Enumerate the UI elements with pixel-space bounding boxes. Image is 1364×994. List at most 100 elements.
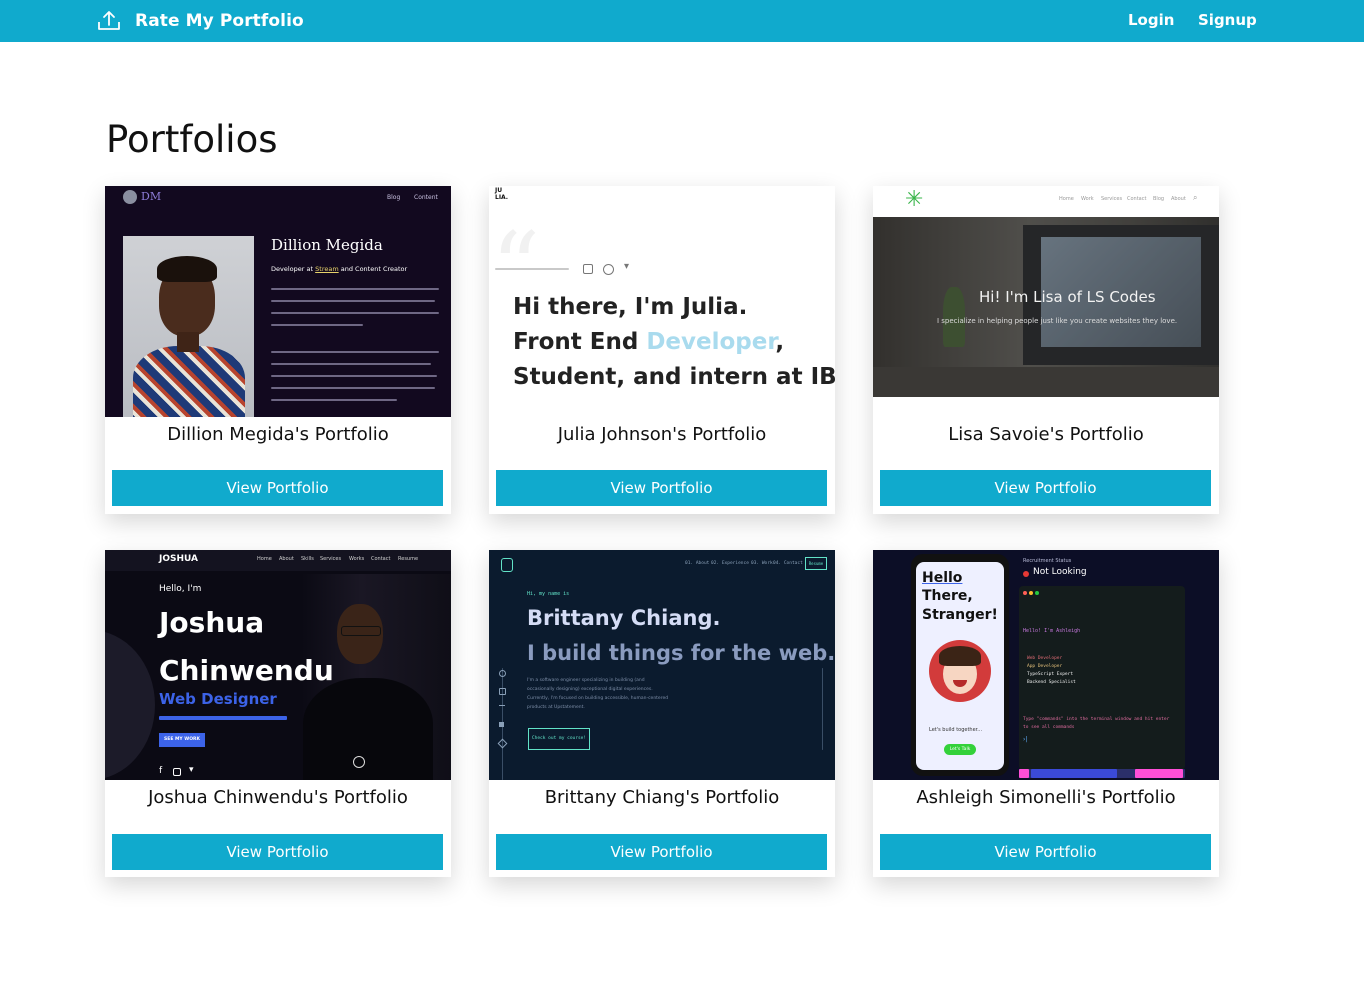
preview-nav-item: Home [257, 556, 272, 562]
preview-nav-item: About [1171, 196, 1186, 202]
preview-greeting: Hello, I'm [159, 584, 202, 594]
twitter-icon: ▾ [624, 261, 630, 272]
view-portfolio-button[interactable]: View Portfolio [496, 470, 827, 506]
preview-heading-line3: Student, and intern at IBM. [513, 364, 835, 390]
divider [495, 268, 569, 270]
preview-nav-item: Services [1101, 196, 1123, 202]
codepen-icon [497, 738, 508, 749]
instagram-icon [499, 688, 506, 695]
github-icon [603, 264, 614, 275]
card-title: Lisa Savoie's Portfolio [948, 424, 1144, 445]
portfolio-card: 01. About 02. Experience 03. Work 04. Co… [489, 550, 835, 877]
preview-cta-button: SEE MY WORK [159, 733, 205, 747]
portfolio-card: Hello There, Stranger! Let's build toget… [873, 550, 1219, 877]
preview-heading-highlight: Developer [646, 329, 776, 355]
github-icon [499, 670, 506, 677]
preview-nav-item: 02. Experience [711, 561, 749, 566]
preview-nav-item: Content [414, 194, 438, 201]
portfolio-thumbnail[interactable]: JOSHUA Home About Skills Services Works … [105, 550, 451, 780]
terminal-skill: Web Developer [1027, 656, 1063, 661]
email-rail [822, 668, 823, 750]
avatar [123, 190, 137, 204]
view-portfolio-button[interactable]: View Portfolio [880, 834, 1211, 870]
placeholder-text-line [271, 324, 363, 326]
preview-heading-line2: Front End Developer, [513, 329, 784, 355]
view-portfolio-button[interactable]: View Portfolio [880, 470, 1211, 506]
preview-nav-item: Works [349, 556, 365, 562]
preview-stranger: Stranger! [922, 607, 998, 623]
preview-logo-bottom: LIA. [495, 194, 509, 201]
card-title: Ashleigh Simonelli's Portfolio [916, 787, 1176, 808]
preview-nav-item: Contact [1127, 196, 1147, 202]
portfolio-card: ✳ Home Work Services Contact Blog About … [873, 186, 1219, 514]
preview-nav-item: Resume [398, 556, 419, 562]
preview-nav-item: 04. Contact [773, 561, 803, 566]
preview-tagline: Developer at Stream and Content Creator [271, 265, 407, 273]
leaf-logo-icon: ✳ [905, 187, 924, 212]
portfolio-card: JOSHUA Home About Skills Services Works … [105, 550, 451, 877]
portfolio-card: DM Blog Content Dillion Megida Developer… [105, 186, 451, 514]
twitter-icon [499, 705, 505, 710]
terminal-help: Type "commands" into the terminal window… [1023, 717, 1170, 730]
preview-cta-button: Check out my course! [528, 728, 590, 750]
preview-role-secondary [159, 716, 287, 720]
portfolio-thumbnail[interactable]: Hello There, Stranger! Let's build toget… [873, 550, 1219, 780]
preview-intro: Hi, my name is [527, 591, 570, 597]
phone-frame: Hello There, Stranger! Let's build toget… [911, 554, 1009, 776]
preview-nav-item: Home [1059, 196, 1074, 202]
preview-status-label: Recruitment Status [1023, 558, 1072, 564]
portfolio-thumbnail[interactable]: ✳ Home Work Services Contact Blog About … [873, 186, 1219, 417]
taskbar-tab-active [1019, 769, 1029, 778]
placeholder-text-line [271, 312, 439, 314]
preview-nav-item: About [279, 556, 294, 562]
preview-subheadline: I specialize in helping people just like… [937, 317, 1178, 325]
preview-headline: Hi! I'm Lisa of LS Codes [979, 288, 1156, 306]
terminal-prompt-cursor: ›| [1023, 736, 1028, 743]
preview-hello: Hello [922, 570, 963, 586]
preview-tagline-rest: and Content Creator [340, 265, 408, 273]
top-navbar: Rate My Portfolio Login Signup [0, 0, 1364, 42]
preview-nav-item: Contact [371, 556, 391, 562]
terminal-min-dot [1029, 591, 1033, 595]
instagram-icon [583, 264, 593, 274]
login-link[interactable]: Login [1128, 11, 1174, 29]
profile-photo [123, 236, 254, 417]
view-portfolio-button[interactable]: View Portfolio [112, 470, 443, 506]
decorative-circle [105, 630, 155, 780]
preview-name: Dillion Megida [271, 236, 383, 254]
view-portfolio-button[interactable]: View Portfolio [112, 834, 443, 870]
terminal-max-dot [1035, 591, 1039, 595]
preview-first-name: Joshua [159, 606, 265, 639]
portfolio-card: JU LIA. “ ▾ Hi there, I'm Julia. Front E… [489, 186, 835, 514]
terminal-skill: Backend Specialist [1027, 680, 1076, 685]
brand-name: Rate My Portfolio [135, 11, 304, 31]
preview-tagline-at: at [306, 265, 314, 273]
portfolio-thumbnail[interactable]: JU LIA. “ ▾ Hi there, I'm Julia. Front E… [489, 186, 835, 417]
card-title: Julia Johnson's Portfolio [557, 424, 767, 445]
taskbar-tab [1031, 769, 1117, 778]
placeholder-text-line [271, 351, 439, 353]
terminal-skill: TypeScript Expert [1027, 672, 1074, 677]
view-portfolio-button[interactable]: View Portfolio [496, 834, 827, 870]
facebook-icon: f [159, 766, 163, 776]
hero-image [873, 217, 1219, 397]
preview-logo: DM [141, 190, 162, 203]
placeholder-text-line [271, 399, 397, 401]
twitter-icon: ▾ [189, 765, 194, 775]
preview-tagline-link: Stream [315, 265, 339, 273]
portfolio-thumbnail[interactable]: DM Blog Content Dillion Megida Developer… [105, 186, 451, 417]
preview-status-value: Not Looking [1033, 567, 1087, 577]
preview-heading-comma: , [775, 329, 785, 355]
brand[interactable]: Rate My Portfolio [97, 9, 304, 33]
card-title: Joshua Chinwendu's Portfolio [148, 787, 408, 808]
signup-link[interactable]: Signup [1198, 11, 1257, 29]
portfolio-thumbnail[interactable]: 01. About 02. Experience 03. Work 04. Co… [489, 550, 835, 780]
preview-resume-button: Resume [805, 557, 827, 570]
preview-nav-item: Work [1081, 196, 1094, 202]
avatar [929, 640, 991, 702]
hexagon-logo-icon [501, 558, 513, 572]
placeholder-text-line [271, 387, 435, 389]
preview-nav-item: Blog [1153, 196, 1165, 202]
terminal-skill: App Developer [1027, 664, 1063, 669]
placeholder-text-line [271, 363, 431, 365]
